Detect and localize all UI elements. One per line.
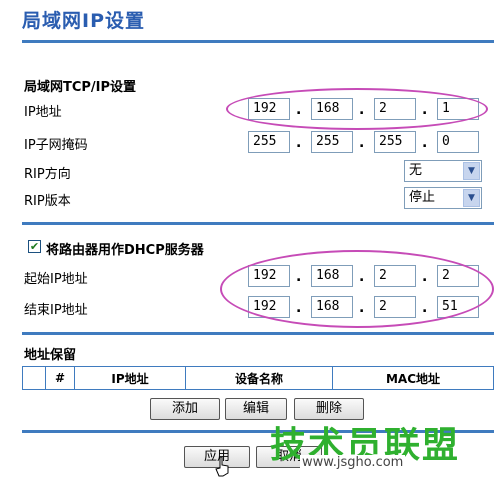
column-header-device: 设备名称 [185,366,333,390]
column-header-index: # [45,366,75,390]
section-divider [22,222,494,225]
rip-version-value: 停止 [409,190,436,205]
mask-octet-4[interactable]: 0 [437,131,479,153]
rip-direction-label: RIP方向 [24,167,71,182]
mouse-cursor-icon [215,456,229,477]
dhcp-checkbox[interactable]: ✔ [28,240,41,253]
rip-direction-value: 无 [409,163,423,178]
end-ip-label: 结束IP地址 [24,303,88,318]
highlight-ellipse [220,250,494,328]
rip-direction-select[interactable]: 无 ▼ [404,160,482,182]
dot: . [359,135,365,151]
subnet-mask-label: IP子网掩码 [24,138,88,153]
watermark-url: www.jsgho.com [300,455,406,470]
dot: . [422,135,428,151]
reservation-title: 地址保留 [24,348,77,363]
rip-version-label: RIP版本 [24,194,71,209]
start-ip-label: 起始IP地址 [24,272,88,287]
column-header-mac: MAC地址 [332,366,494,390]
lan-section-title: 局域网TCP/IP设置 [24,80,137,95]
section-divider [22,332,494,335]
title-divider [22,40,494,43]
rip-version-select[interactable]: 停止 ▼ [404,187,482,209]
mask-octet-3[interactable]: 255 [374,131,416,153]
chevron-down-icon[interactable]: ▼ [463,189,480,207]
highlight-ellipse [226,88,488,130]
dhcp-checkbox-label: 将路由器用作DHCP服务器 [46,243,204,258]
ip-address-label: IP地址 [24,105,62,120]
dot: . [296,135,302,151]
page-title: 局域网IP设置 [22,10,145,32]
reservation-table: # IP地址 设备名称 MAC地址 [22,366,494,390]
table-header-row: # IP地址 设备名称 MAC地址 [22,366,494,390]
add-button[interactable]: 添加 [150,398,220,420]
chevron-down-icon[interactable]: ▼ [463,162,480,180]
column-header-select [22,366,46,390]
mask-octet-1[interactable]: 255 [248,131,290,153]
mask-octet-2[interactable]: 255 [311,131,353,153]
column-header-ip: IP地址 [74,366,186,390]
